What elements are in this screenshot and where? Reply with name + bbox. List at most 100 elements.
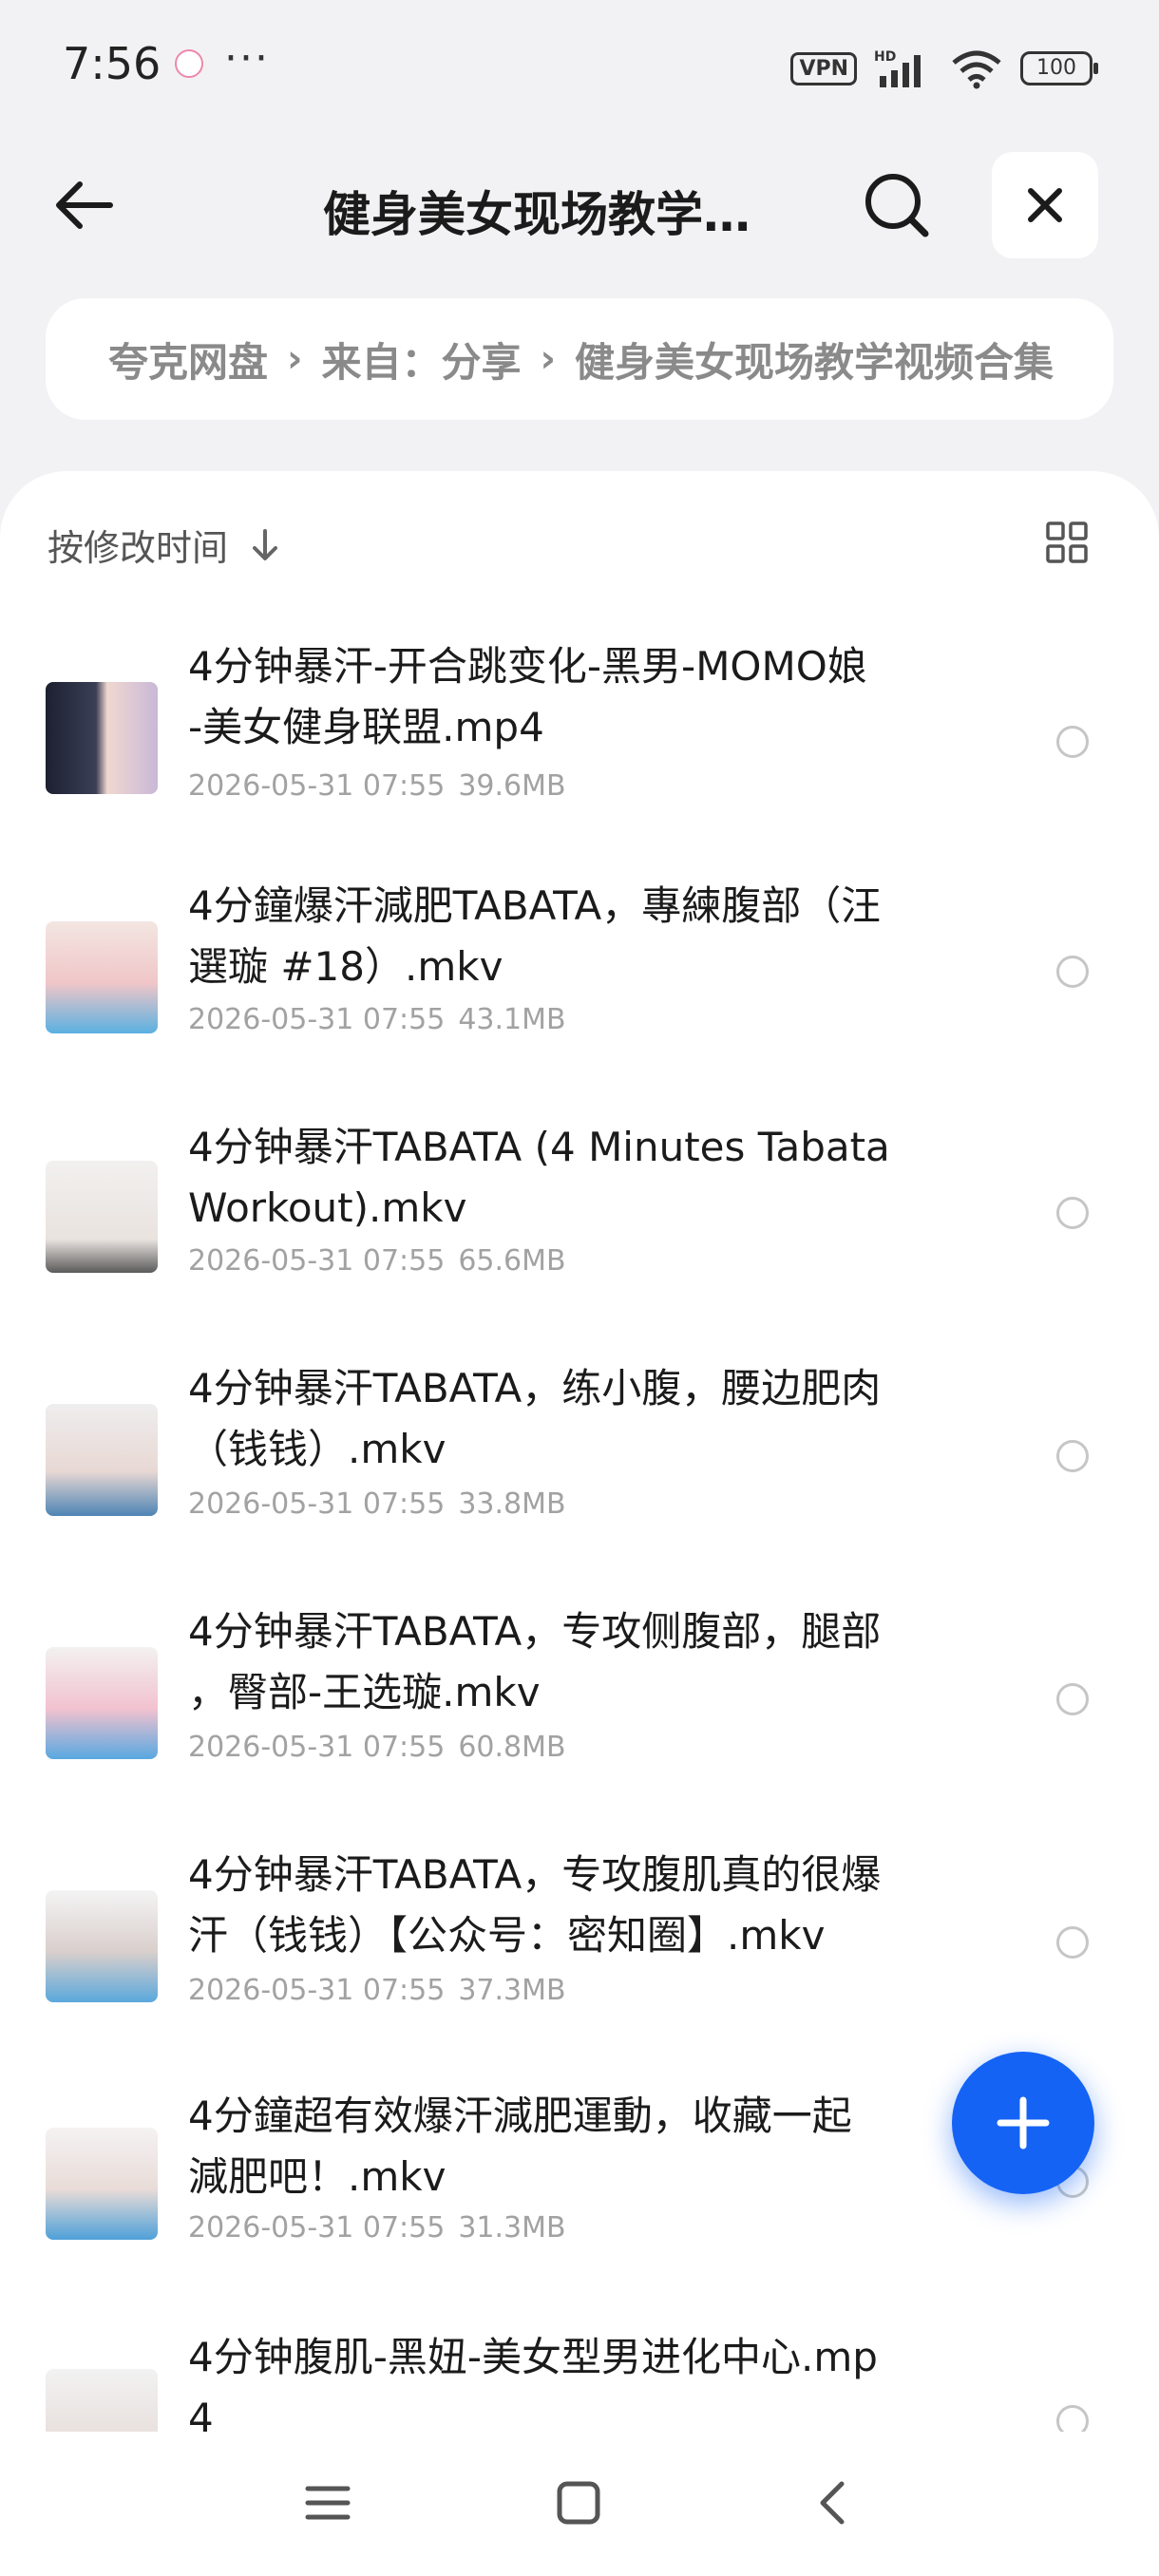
video-thumbnail xyxy=(46,2128,158,2240)
file-meta: 2026-05-31 07:55 39.6MB xyxy=(188,769,566,803)
select-radio[interactable] xyxy=(1056,1440,1089,1472)
chevron-right-icon: › xyxy=(540,337,556,381)
video-thumbnail xyxy=(46,1161,158,1273)
file-size: 65.6MB xyxy=(458,1244,566,1278)
file-size: 60.8MB xyxy=(458,1731,566,1764)
grid-view-button[interactable] xyxy=(1045,521,1089,568)
file-name-line: 選璇 #18）.mkv xyxy=(188,943,504,990)
file-meta: 2026-05-31 07:55 33.8MB xyxy=(188,1487,566,1521)
file-name-line: 4分鐘超有效爆汗減肥運動，收藏一起 xyxy=(188,2093,852,2139)
system-nav-bar xyxy=(0,2432,1159,2576)
file-name: 4分钟腹肌-黑妞-美女型男进化中心.mp 4 xyxy=(188,2327,967,2432)
file-name-line: （钱钱）.mkv xyxy=(188,1426,446,1472)
file-size: 33.8MB xyxy=(458,1487,566,1521)
home-square-icon xyxy=(557,2481,600,2525)
file-name-line: 汗（钱钱）【公众号：密知圈】.mkv xyxy=(188,1912,826,1959)
file-name: 4分钟暴汗TABATA，专攻侧腹部，腿部 ，臀部-王选璇.mkv xyxy=(188,1601,967,1723)
file-date: 2026-05-31 07:55 xyxy=(188,1731,446,1764)
page-title: 健身美女现场教学… xyxy=(323,187,750,242)
file-list-item[interactable]: 4分鐘爆汗減肥TABATA，專練腹部（汪 選璇 #18）.mkv 2026-05… xyxy=(0,876,1159,1117)
search-button[interactable] xyxy=(861,169,933,241)
file-name-line: 4分钟暴汗TABATA，练小腹，腰边肥肉 xyxy=(188,1365,882,1411)
file-name-line: 4分钟暴汗-开合跳变化-黑男-MOMO娘 xyxy=(188,643,867,690)
file-name-line: 減肥吧！.mkv xyxy=(188,2153,446,2200)
select-radio[interactable] xyxy=(1056,1197,1089,1229)
file-date: 2026-05-31 07:55 xyxy=(188,1003,446,1036)
search-icon xyxy=(865,174,929,237)
file-name-line: 4分钟腹肌-黑妞-美女型男进化中心.mp xyxy=(188,2334,878,2380)
menu-icon xyxy=(305,2486,351,2520)
close-button[interactable] xyxy=(992,152,1098,258)
file-meta: 2026-05-31 07:55 60.8MB xyxy=(188,1731,566,1764)
file-list-item[interactable]: 4分钟暴汗TABATA，专攻侧腹部，腿部 ，臀部-王选璇.mkv 2026-05… xyxy=(0,1601,1159,1843)
breadcrumb-item-root[interactable]: 夸克网盘 xyxy=(108,331,268,388)
sort-control[interactable]: 按修改时间 xyxy=(48,519,281,571)
file-list-panel: 按修改时间 4分钟暴汗-开合跳变化-黑男-MOMO娘 -美女健身联盟.mp4 2… xyxy=(0,471,1159,2576)
file-date: 2026-05-31 07:55 xyxy=(188,1974,446,2007)
file-meta: 2026-05-31 07:55 37.3MB xyxy=(188,1974,566,2007)
file-name: 4分钟暴汗TABATA，练小腹，腰边肥肉 （钱钱）.mkv xyxy=(188,1358,967,1480)
video-thumbnail xyxy=(46,1404,158,1516)
select-radio[interactable] xyxy=(1056,1926,1089,1959)
file-meta: 2026-05-31 07:55 31.3MB xyxy=(188,2211,566,2245)
file-name-line: -美女健身联盟.mp4 xyxy=(188,704,544,750)
file-name-line: 4分钟暴汗TABATA，专攻腹肌真的很爆 xyxy=(188,1851,882,1898)
file-date: 2026-05-31 07:55 xyxy=(188,1244,446,1278)
svg-text:HD: HD xyxy=(874,49,896,65)
file-size: 31.3MB xyxy=(458,2211,566,2245)
signal-icon: HD xyxy=(874,49,921,87)
arrow-down-icon xyxy=(253,528,278,560)
file-name: 4分鐘超有效爆汗減肥運動，收藏一起 減肥吧！.mkv xyxy=(188,2086,967,2207)
vpn-icon: VPN xyxy=(790,51,857,85)
wifi-icon xyxy=(952,50,1001,89)
file-name-line: 4分鐘爆汗減肥TABATA，專練腹部（汪 xyxy=(188,882,882,929)
file-list-item[interactable]: 4分钟暴汗-开合跳变化-黑男-MOMO娘 -美女健身联盟.mp4 2026-05… xyxy=(0,636,1159,878)
file-date: 2026-05-31 07:55 xyxy=(188,769,446,803)
battery-icon: 100 xyxy=(1020,51,1098,85)
file-meta: 2026-05-31 07:55 65.6MB xyxy=(188,1244,566,1278)
video-thumbnail xyxy=(46,682,158,794)
file-list-item[interactable]: 4分钟暴汗TABATA (4 Minutes Tabata Workout).m… xyxy=(0,1117,1159,1358)
menu-nav-button[interactable] xyxy=(304,2479,352,2530)
breadcrumb-item-current: 健身美女现场教学视频合集 xyxy=(575,338,1054,386)
file-name-line: Workout).mkv xyxy=(188,1184,467,1231)
notification-app-icon xyxy=(175,49,203,78)
plus-icon xyxy=(997,2096,1050,2150)
video-thumbnail xyxy=(46,1647,158,1759)
file-list-item[interactable]: 4分钟腹肌-黑妞-美女型男进化中心.mp 4 xyxy=(0,2327,1159,2432)
breadcrumb: 夸克网盘 › 来自：分享 › 健身美女现场教学视频合集 xyxy=(46,298,1113,420)
video-thumbnail xyxy=(46,921,158,1033)
select-radio[interactable] xyxy=(1056,956,1089,988)
select-radio[interactable] xyxy=(1056,1683,1089,1715)
file-list-item[interactable]: 4分钟暴汗TABATA，专攻腹肌真的很爆 汗（钱钱）【公众号：密知圈】.mkv … xyxy=(0,1845,1159,2086)
status-bar: 7:56 ··· VPN HD 100 xyxy=(0,0,1159,133)
file-size: 43.1MB xyxy=(458,1003,566,1036)
video-thumbnail xyxy=(46,1890,158,2002)
status-time: 7:56 xyxy=(63,38,162,89)
select-radio[interactable] xyxy=(1056,2405,1089,2432)
file-name: 4分钟暴汗-开合跳变化-黑男-MOMO娘 -美女健身联盟.mp4 xyxy=(188,636,967,758)
sort-label: 按修改时间 xyxy=(48,527,229,569)
home-nav-button[interactable] xyxy=(555,2479,602,2530)
select-radio[interactable] xyxy=(1056,726,1089,758)
file-meta: 2026-05-31 07:55 43.1MB xyxy=(188,1003,566,1036)
file-size: 37.3MB xyxy=(458,1974,566,2007)
status-more-indicator: ··· xyxy=(224,34,270,83)
file-list-item[interactable]: 4分钟暴汗TABATA，练小腹，腰边肥肉 （钱钱）.mkv 2026-05-31… xyxy=(0,1358,1159,1600)
file-name-line: ，臀部-王选璇.mkv xyxy=(188,1669,541,1715)
video-thumbnail xyxy=(46,2369,158,2432)
file-name-line: 4 xyxy=(188,2395,214,2432)
file-date: 2026-05-31 07:55 xyxy=(188,2211,446,2245)
file-name: 4分钟暴汗TABATA，专攻腹肌真的很爆 汗（钱钱）【公众号：密知圈】.mkv xyxy=(188,1845,967,1966)
back-nav-button[interactable] xyxy=(809,2479,857,2530)
file-name-line: 4分钟暴汗TABATA (4 Minutes Tabata xyxy=(188,1124,890,1170)
chevron-right-icon: › xyxy=(287,337,303,381)
breadcrumb-item-share[interactable]: 来自：分享 xyxy=(322,331,522,388)
grid-view-icon xyxy=(1046,521,1088,563)
arrow-left-icon xyxy=(56,181,113,229)
file-name-line: 4分钟暴汗TABATA，专攻侧腹部，腿部 xyxy=(188,1608,882,1655)
chevron-left-icon xyxy=(820,2481,845,2525)
status-icons: VPN HD 100 xyxy=(790,47,1098,89)
back-button[interactable] xyxy=(51,171,120,239)
add-button[interactable] xyxy=(952,2052,1094,2194)
